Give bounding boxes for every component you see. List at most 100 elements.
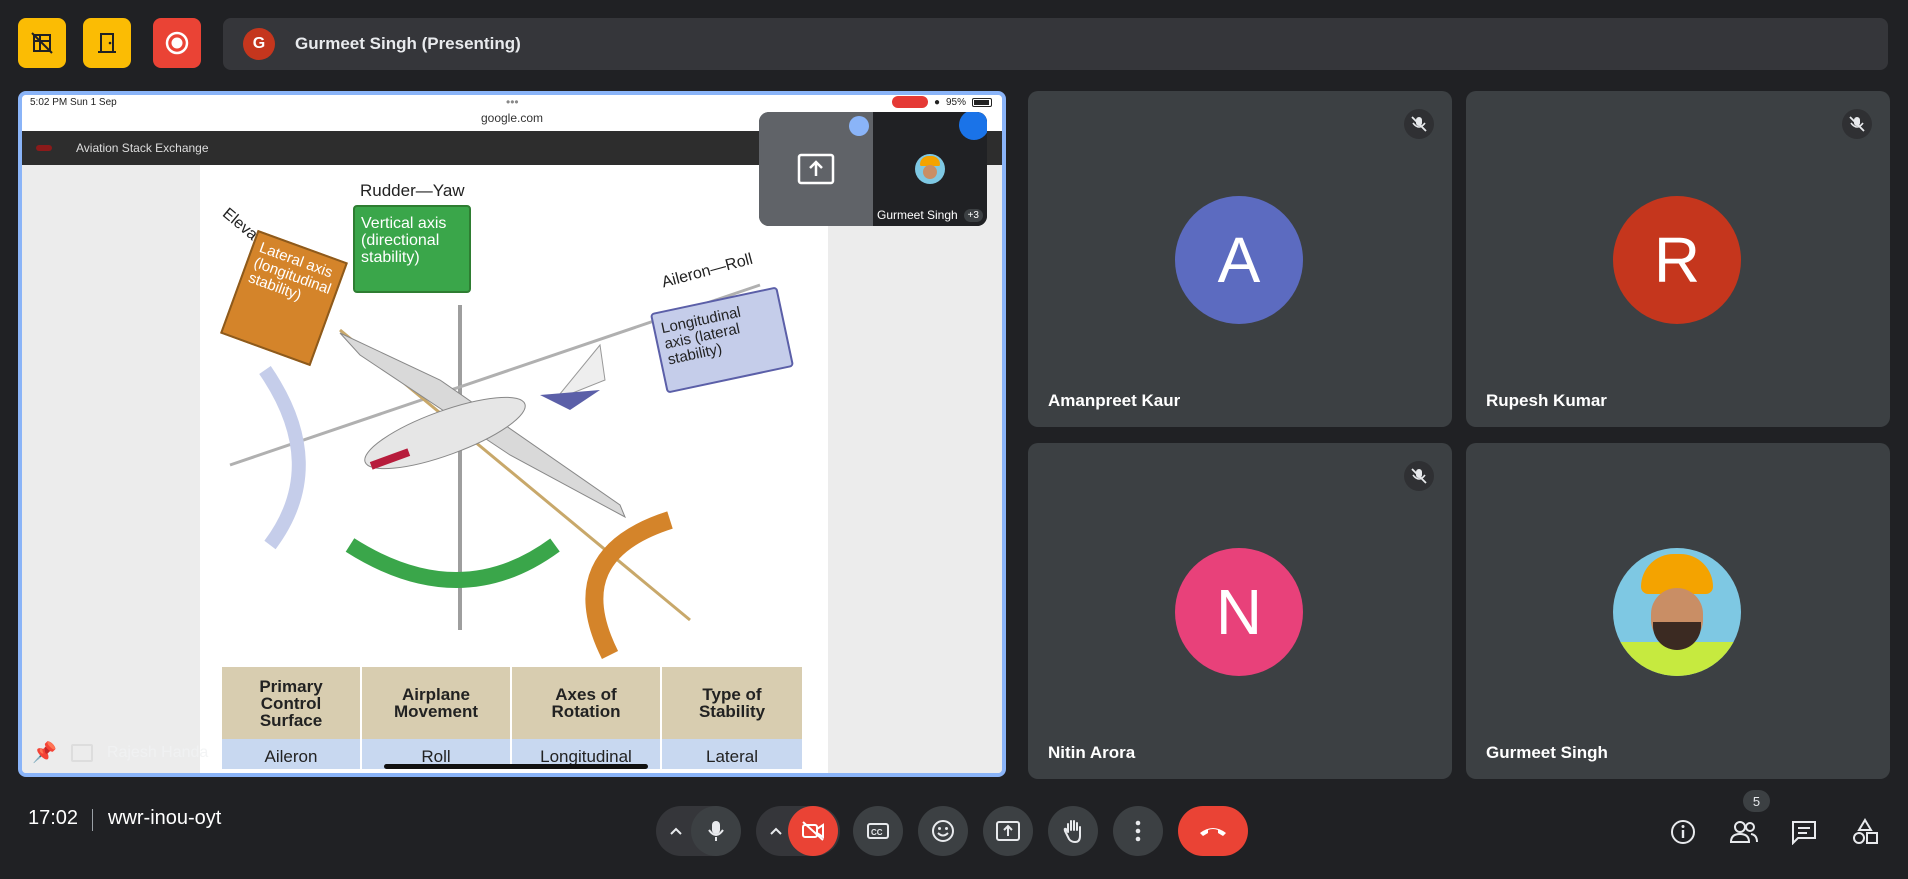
avatar: N [1175,548,1303,676]
mic-off-icon [1404,461,1434,491]
pip-avatar [915,154,945,184]
pin-icon[interactable]: 📌 [32,740,57,765]
header-line: Primary [259,676,323,696]
participant-tile[interactable]: Gurmeet Singh [1466,443,1890,779]
people-icon [1729,821,1758,843]
minimize-icon[interactable] [70,743,93,762]
battery-icon [972,97,992,107]
table-header: Airplane Movement [362,667,512,739]
ios-status-icons: ● 95% [891,96,992,108]
mic-button[interactable] [691,806,741,856]
table-header: Primary Control Surface [222,667,362,739]
bottom-bar: 17:02 wwr-inou-oyt CC [0,788,1908,879]
participant-name: Amanpreet Kaur [1048,391,1181,410]
ios-time: 5:02 PM Sun 1 Sep [30,97,117,108]
pip-name: Gurmeet Singh [877,208,958,222]
avatar: A [1175,196,1303,324]
pip-extra-count: +3 [963,209,983,222]
people-count-badge: 5 [1743,790,1770,812]
vertical-box-line: Vertical axis [361,215,447,232]
table-header: Axes of Rotation [512,667,662,739]
presenting-banner: G Gurmeet Singh (Presenting) [223,18,1888,70]
leave-call-button[interactable] [1178,806,1248,856]
header-line: Axes of [555,685,617,704]
breakout-rooms-button[interactable] [83,18,131,68]
aircraft-axes-diagram: Rudder—Yaw Vertical axis (directional st… [200,165,828,773]
mic-icon [708,821,724,841]
site-logo-icon [36,145,52,151]
participant-tile[interactable]: A Amanpreet Kaur [1028,91,1452,427]
ios-dots: ••• [506,95,519,109]
more-options-button[interactable] [1113,806,1163,856]
site-name: Aviation Stack Exchange [76,141,209,155]
door-icon [98,33,116,53]
speaking-indicator-icon [959,112,987,140]
participant-name: Gurmeet Singh [1486,743,1608,762]
vertical-box-line: stability) [361,249,420,266]
activities-button[interactable] [1845,812,1885,852]
page-content: Rudder—Yaw Vertical axis (directional st… [22,165,1002,773]
hide-layout-button[interactable] [18,18,66,68]
pitch-arc [259,366,306,550]
camera-button[interactable] [788,806,838,856]
table-cell: Aileron [222,739,362,769]
mic-off-icon [1404,109,1434,139]
meeting-code[interactable]: wwr-inou-oyt [108,807,221,830]
rudder-label: Rudder—Yaw [360,181,465,200]
present-now-button[interactable] [983,806,1033,856]
chevron-up-icon [670,827,682,835]
videocam-off-icon [802,821,824,841]
header-line: Airplane [401,685,471,704]
chevron-up-icon [770,827,782,835]
tile-footer: 📌 Rajesh Handa [32,740,208,765]
top-bar: G Gurmeet Singh (Presenting) [0,0,1908,88]
header-line: Type of [702,685,762,704]
participant-name: Rupesh Kumar [1486,391,1607,410]
people-button[interactable] [1724,812,1764,852]
vertical-axis-box: Vertical axis (directional stability) [353,205,471,293]
header-line: Surface [259,710,323,730]
header-line: Movement [393,702,479,721]
presenting-label: Gurmeet Singh (Presenting) [295,34,521,53]
header-line: Control [260,693,322,713]
pip-window[interactable]: Gurmeet Singh +3 [759,112,987,226]
present-screen-icon [797,153,835,185]
recording-button[interactable] [153,18,201,68]
chat-icon [1792,821,1816,845]
presenter-caption: Rajesh Handa [106,743,209,761]
call-end-icon [1200,828,1226,836]
participant-tile[interactable]: N Nitin Arora [1028,443,1452,779]
presenter-avatar: G [243,28,275,60]
chat-button[interactable] [1784,812,1824,852]
emoji-icon [932,820,954,842]
more-vert-icon [1135,820,1141,842]
participant-name: Nitin Arora [1048,743,1136,762]
meeting-details-button[interactable] [1663,812,1703,852]
screen-record-indicator [891,96,928,108]
present-to-all-icon [996,821,1020,841]
home-indicator [384,764,648,769]
participant-tile[interactable]: R Rupesh Kumar [1466,91,1890,427]
raise-hand-button[interactable] [1048,806,1098,856]
info-icon [1671,820,1695,844]
roll-arc [585,511,673,660]
wifi-icon: ● [933,96,940,108]
stability-table: Primary Control Surface Airplane Movemen… [222,667,802,769]
record-icon [165,31,189,55]
grid-off-icon [31,32,53,54]
divider [92,809,93,831]
meeting-time: 17:02 [28,807,79,829]
header-line: Stability [698,702,766,721]
vertical-box-line: (directional [361,232,440,249]
hand-icon [1063,820,1081,844]
reactions-button[interactable] [918,806,968,856]
pip-speaking-icon [849,116,869,136]
audio-options-button[interactable] [660,806,692,856]
closed-caption-icon: CC [867,823,889,839]
captions-button[interactable]: CC [853,806,903,856]
mic-off-icon [1842,109,1872,139]
yaw-arc [345,538,560,588]
table-header: Type of Stability [662,667,802,739]
shared-screen[interactable]: 5:02 PM Sun 1 Sep ••• google.com ● 95% A… [18,91,1006,777]
header-line: Rotation [551,702,621,721]
